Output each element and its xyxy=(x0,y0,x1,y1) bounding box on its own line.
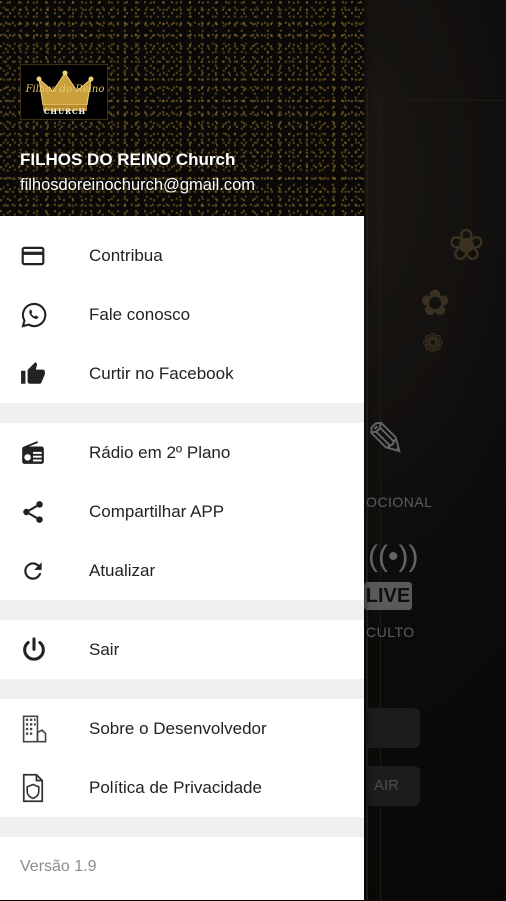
menu-item-contribua[interactable]: Contribua xyxy=(0,226,364,285)
menu-item-sobre-desenvolvedor[interactable]: Sobre o Desenvolvedor xyxy=(0,699,364,758)
menu-item-label: Atualizar xyxy=(89,560,156,580)
menu-group-exit: Sair xyxy=(0,620,364,679)
menu-item-sair[interactable]: Sair xyxy=(0,620,364,679)
thumbs-up-icon xyxy=(21,361,45,384)
logo-subtitle: CHURCH xyxy=(43,107,87,116)
shield-document-icon xyxy=(22,773,44,802)
menu-item-label: Sair xyxy=(89,639,120,659)
power-icon xyxy=(23,636,45,661)
menu-item-compartilhar-app[interactable]: Compartilhar APP xyxy=(0,482,364,541)
section-divider xyxy=(0,679,364,699)
account-email: filhosdoreinochurch@gmail.com xyxy=(20,176,256,194)
menu-item-label: Fale conosco xyxy=(89,304,191,324)
drawer-header: Filhos do Reino CHURCH FILHOS DO REINO C… xyxy=(0,0,364,216)
menu-item-fale-conosco[interactable]: Fale conosco xyxy=(0,285,364,344)
menu-item-label: Contribua xyxy=(89,245,163,265)
credit-card-icon xyxy=(21,246,45,265)
account-name: FILHOS DO REINO Church xyxy=(20,150,236,169)
section-divider xyxy=(0,600,364,620)
menu-item-label: Compartilhar APP xyxy=(89,501,225,521)
app-version: Versão 1.9 xyxy=(20,858,97,875)
menu-item-label: Curtir no Facebook xyxy=(89,363,234,383)
menu-item-atualizar[interactable]: Atualizar xyxy=(0,541,364,600)
menu-group-social: Contribua Fale conosco Curtir no Faceboo… xyxy=(0,226,364,403)
whatsapp-icon xyxy=(21,302,47,328)
menu-group-app: Rádio em 2º Plano Compartilhar APP Atual… xyxy=(0,423,364,600)
building-icon xyxy=(22,715,47,742)
church-logo: Filhos do Reino CHURCH xyxy=(20,64,108,120)
menu-item-label: Política de Privacidade xyxy=(89,777,262,797)
section-divider xyxy=(0,403,364,423)
section-divider xyxy=(0,817,364,837)
menu-item-politica-privacidade[interactable]: Política de Privacidade xyxy=(0,758,364,817)
refresh-icon xyxy=(24,561,42,580)
navigation-drawer: Filhos do Reino CHURCH FILHOS DO REINO C… xyxy=(0,0,364,900)
radio-icon xyxy=(22,440,44,464)
menu-item-radio-segundo-plano[interactable]: Rádio em 2º Plano xyxy=(0,423,364,482)
menu-item-curtir-facebook[interactable]: Curtir no Facebook xyxy=(0,344,364,403)
menu-item-label: Sobre o Desenvolvedor xyxy=(89,718,267,738)
header-spacer xyxy=(0,216,364,226)
menu-item-label: Rádio em 2º Plano xyxy=(89,442,231,462)
drawer-scrim[interactable] xyxy=(364,0,506,900)
share-icon xyxy=(23,500,43,523)
menu-group-info: Sobre o Desenvolvedor Política de Privac… xyxy=(0,699,364,817)
logo-title: Filhos do Reino xyxy=(25,84,105,95)
